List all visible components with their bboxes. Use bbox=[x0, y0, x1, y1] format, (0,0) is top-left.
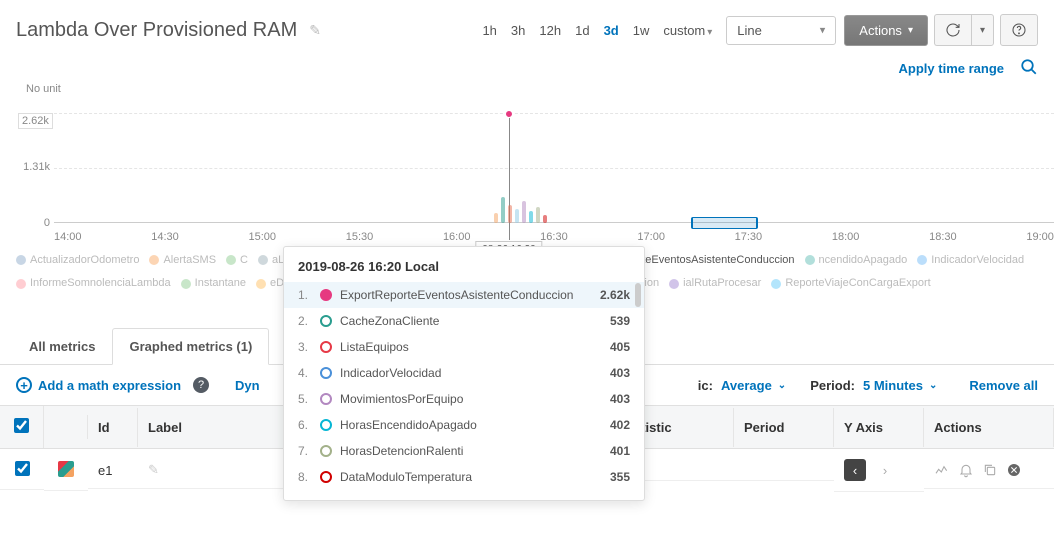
refresh-dropdown[interactable]: ▾ bbox=[971, 14, 994, 46]
tooltip-row: 5.MovimientosPorEquipo403 bbox=[284, 386, 644, 412]
legend-item[interactable]: Instantane bbox=[181, 273, 246, 294]
chart[interactable]: No unit 2.62k 1.31k 0 08-26 16:20 14:001… bbox=[0, 91, 1054, 246]
legend-item[interactable]: AlertaSMS bbox=[149, 250, 216, 271]
tooltip-row: 2.CacheZonaCliente539 bbox=[284, 308, 644, 334]
tooltip-row: 6.HorasEncendidoApagado402 bbox=[284, 412, 644, 438]
help-icon bbox=[1011, 22, 1027, 38]
legend-item[interactable]: ialRutaProcesar bbox=[669, 273, 761, 294]
y-tick-max: 2.62k bbox=[18, 113, 53, 129]
range-3d[interactable]: 3d bbox=[604, 23, 619, 38]
y-tick-mid: 1.31k bbox=[10, 161, 50, 173]
chart-type-select[interactable]: Line bbox=[726, 16, 836, 45]
statistic-label: ic: bbox=[698, 378, 713, 393]
row-id: e1 bbox=[88, 453, 138, 489]
zoom-icon[interactable] bbox=[1020, 58, 1038, 79]
tooltip-row: 7.HorasDetencionRalenti401 bbox=[284, 438, 644, 464]
page-title: Lambda Over Provisioned RAM bbox=[16, 19, 297, 42]
yaxis-right-button[interactable]: › bbox=[874, 459, 896, 481]
chart-cursor-point bbox=[505, 110, 513, 118]
edit-label-icon[interactable]: ✎ bbox=[148, 462, 159, 477]
x-axis-ticks: 14:0014:3015:00 15:3016:0016:30 17:0017:… bbox=[54, 231, 1054, 243]
y-tick-min: 0 bbox=[10, 217, 50, 229]
edit-title-icon[interactable]: ✎ bbox=[309, 22, 321, 39]
remove-all-link[interactable]: Remove all bbox=[969, 378, 1038, 393]
period-select[interactable]: 5 Minutes ⌄ bbox=[863, 378, 937, 393]
tooltip-row: 4.IndicadorVelocidad403 bbox=[284, 360, 644, 386]
tooltip-row: 1.ExportReporteEventosAsistenteConduccio… bbox=[284, 282, 644, 308]
bell-icon[interactable] bbox=[958, 462, 974, 478]
range-1w[interactable]: 1w bbox=[633, 23, 650, 38]
col-actions: Actions bbox=[924, 408, 1054, 447]
tab-graphed-metrics[interactable]: Graphed metrics (1) bbox=[112, 328, 269, 365]
legend-item[interactable]: IndicadorVelocidad bbox=[917, 250, 1024, 271]
add-math-expression-link[interactable]: + Add a math expression bbox=[16, 377, 181, 393]
chart-tooltip: 2019-08-26 16:20 Local 1.ExportReporteEv… bbox=[283, 246, 645, 501]
col-period: Period bbox=[734, 408, 834, 447]
remove-icon[interactable] bbox=[1006, 462, 1022, 478]
expression-help-icon[interactable]: ? bbox=[193, 377, 209, 393]
select-all-checkbox[interactable] bbox=[14, 418, 29, 433]
time-brush-selection[interactable] bbox=[691, 217, 758, 229]
refresh-button[interactable] bbox=[934, 14, 971, 46]
alarm-icon[interactable] bbox=[934, 462, 950, 478]
chart-data-points bbox=[494, 173, 574, 223]
plus-icon: + bbox=[16, 377, 32, 393]
tooltip-scrollbar[interactable] bbox=[635, 283, 641, 307]
metric-color-icon[interactable] bbox=[58, 461, 74, 477]
y-axis-unit: No unit bbox=[26, 83, 61, 95]
legend-item[interactable]: ncendidoApagado bbox=[805, 250, 908, 271]
period-label: Period: bbox=[810, 378, 855, 393]
tab-all-metrics[interactable]: All metrics bbox=[12, 328, 112, 364]
col-yaxis: Y Axis bbox=[834, 408, 924, 447]
apply-time-range-link[interactable]: Apply time range bbox=[899, 61, 1004, 76]
legend-item[interactable]: ActualizadorOdometro bbox=[16, 250, 139, 271]
row-checkbox[interactable] bbox=[15, 461, 30, 476]
tooltip-row: 8.DataModuloTemperatura355 bbox=[284, 464, 644, 490]
range-12h[interactable]: 12h bbox=[539, 23, 561, 38]
time-range-picker: 1h 3h 12h 1d 3d 1w custom▾ bbox=[482, 23, 712, 38]
tooltip-title: 2019-08-26 16:20 Local bbox=[284, 257, 644, 282]
statistic-select[interactable]: Average ⌄ bbox=[721, 378, 786, 393]
range-1h[interactable]: 1h bbox=[482, 23, 496, 38]
legend-item[interactable]: C bbox=[226, 250, 248, 271]
help-button[interactable] bbox=[1000, 14, 1038, 46]
range-3h[interactable]: 3h bbox=[511, 23, 525, 38]
tooltip-row: 3.ListaEquipos405 bbox=[284, 334, 644, 360]
dynamic-labels-link[interactable]: Dyn bbox=[235, 378, 260, 393]
legend-item[interactable]: ReporteViajeConCargaExport bbox=[771, 273, 930, 294]
refresh-icon bbox=[945, 22, 961, 38]
range-custom[interactable]: custom▾ bbox=[663, 23, 712, 38]
actions-button[interactable]: Actions▾ bbox=[844, 15, 928, 46]
duplicate-icon[interactable] bbox=[982, 462, 998, 478]
yaxis-left-button[interactable]: ‹ bbox=[844, 459, 866, 481]
range-1d[interactable]: 1d bbox=[575, 23, 589, 38]
legend-item[interactable]: InformeSomnolenciaLambda bbox=[16, 273, 171, 294]
col-id: Id bbox=[88, 408, 138, 447]
